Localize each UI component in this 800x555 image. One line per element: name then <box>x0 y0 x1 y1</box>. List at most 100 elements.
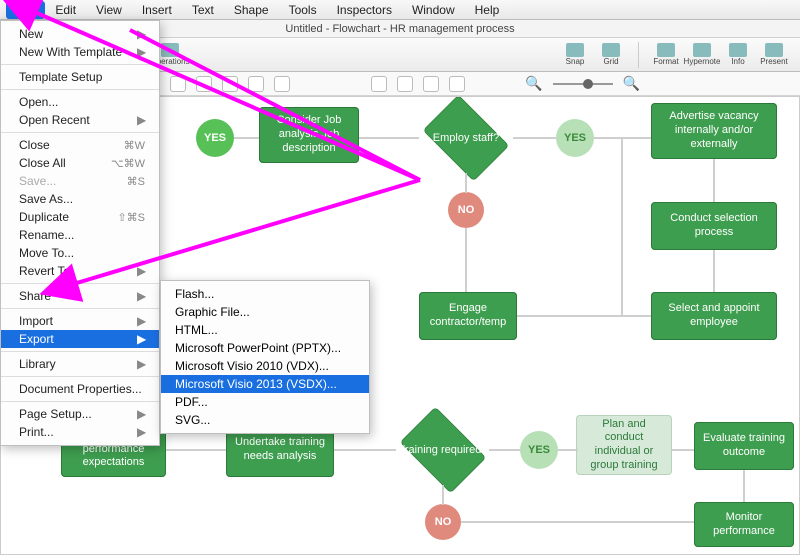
menu-edit[interactable]: Edit <box>45 1 86 19</box>
menu-item-page-setup[interactable]: Page Setup...▶ <box>1 405 159 423</box>
menu-item-share[interactable]: Share▶ <box>1 287 159 305</box>
tool-icon[interactable] <box>170 76 186 92</box>
zoom-slider[interactable] <box>553 83 613 85</box>
menu-text[interactable]: Text <box>182 1 224 19</box>
zoom-out-icon[interactable]: 🔍 <box>525 75 542 92</box>
connector <box>513 137 558 139</box>
menu-item-print[interactable]: Print...▶ <box>1 423 159 441</box>
crop-icon[interactable] <box>423 76 439 92</box>
submenu-item-flash[interactable]: Flash... <box>161 285 369 303</box>
menubar: FileEditViewInsertTextShapeToolsInspecto… <box>0 0 800 20</box>
connector <box>166 449 226 451</box>
menu-item-close-all[interactable]: Close All⌥⌘W <box>1 154 159 172</box>
process-node-plan[interactable]: Plan and conduct individual or group tra… <box>576 415 672 475</box>
grid-button[interactable]: Grid <box>594 42 628 68</box>
process-node-advertise[interactable]: Advertise vacancy internally and/or exte… <box>651 103 777 159</box>
process-node-monitor[interactable]: Monitor performance <box>694 502 794 547</box>
submenu-item-svg[interactable]: SVG... <box>161 411 369 429</box>
no-node[interactable]: NO <box>448 192 484 228</box>
no-node[interactable]: NO <box>425 504 461 540</box>
menu-item-new-with-template[interactable]: New With Template▶ <box>1 43 159 61</box>
menu-shape[interactable]: Shape <box>224 1 279 19</box>
menu-item-export[interactable]: Export▶ <box>1 330 159 348</box>
menu-insert[interactable]: Insert <box>132 1 182 19</box>
process-node-selection[interactable]: Conduct selection process <box>651 202 777 250</box>
submenu-item-pdf[interactable]: PDF... <box>161 393 369 411</box>
menu-separator <box>1 401 159 402</box>
decision-text: Employ staff? <box>416 103 516 173</box>
connector <box>359 137 419 139</box>
connector <box>465 173 467 193</box>
right-toolgroup: FormatHypernoteInfoPresent <box>645 42 795 68</box>
connector <box>713 159 715 202</box>
connector <box>489 449 521 451</box>
connector <box>621 137 623 315</box>
menu-separator <box>1 89 159 90</box>
menu-item-save: Save...⌘S <box>1 172 159 190</box>
menu-file[interactable]: File <box>6 1 45 19</box>
menu-view[interactable]: View <box>86 1 132 19</box>
submenu-item-microsoft-powerpoint-pptx[interactable]: Microsoft PowerPoint (PPTX)... <box>161 339 369 357</box>
decision-node-employ[interactable]: Employ staff? <box>416 103 516 173</box>
menu-item-new[interactable]: New▶ <box>1 25 159 43</box>
menu-item-import[interactable]: Import▶ <box>1 312 159 330</box>
menu-separator <box>1 351 159 352</box>
connector <box>334 449 396 451</box>
connector <box>517 315 651 317</box>
hand-icon[interactable] <box>397 76 413 92</box>
yes-node[interactable]: YES <box>520 431 558 469</box>
connector <box>442 485 444 505</box>
decision-node-training[interactable]: Training required? <box>393 415 493 485</box>
yes-node[interactable]: YES <box>196 119 234 157</box>
snap-button[interactable]: Snap <box>558 42 592 68</box>
menu-item-revert-to[interactable]: Revert To▶ <box>1 262 159 280</box>
submenu-item-html[interactable]: HTML... <box>161 321 369 339</box>
menu-separator <box>1 283 159 284</box>
picker-icon[interactable] <box>449 76 465 92</box>
menu-item-duplicate[interactable]: Duplicate⇧⌘S <box>1 208 159 226</box>
menu-help[interactable]: Help <box>465 1 510 19</box>
submenu-item-graphic-file[interactable]: Graphic File... <box>161 303 369 321</box>
tool-icon[interactable] <box>222 76 238 92</box>
menu-inspectors[interactable]: Inspectors <box>327 1 402 19</box>
menu-item-move-to[interactable]: Move To... <box>1 244 159 262</box>
tool-icon[interactable] <box>196 76 212 92</box>
export-submenu: Flash...Graphic File...HTML...Microsoft … <box>160 280 370 434</box>
menu-item-open[interactable]: Open... <box>1 93 159 111</box>
submenu-item-microsoft-visio-2013-vsdx[interactable]: Microsoft Visio 2013 (VSDX)... <box>161 375 369 393</box>
menu-item-document-properties[interactable]: Document Properties... <box>1 380 159 398</box>
process-node-evaluate[interactable]: Evaluate training outcome <box>694 422 794 470</box>
decision-text: Training required? <box>393 415 493 485</box>
tool-icon[interactable] <box>274 76 290 92</box>
menu-item-save-as[interactable]: Save As... <box>1 190 159 208</box>
present-button[interactable]: Present <box>757 42 791 68</box>
info-button[interactable]: Info <box>721 42 755 68</box>
menu-separator <box>1 376 159 377</box>
connector <box>465 228 467 292</box>
menu-separator <box>1 308 159 309</box>
menu-item-rename[interactable]: Rename... <box>1 226 159 244</box>
connector <box>743 470 745 502</box>
process-node-consider[interactable]: Consider Job analysis Job description <box>259 107 359 163</box>
menu-window[interactable]: Window <box>402 1 465 19</box>
tool-icon[interactable] <box>248 76 264 92</box>
menu-item-library[interactable]: Library▶ <box>1 355 159 373</box>
yes-node[interactable]: YES <box>556 119 594 157</box>
connector <box>672 449 694 451</box>
toolbar-divider <box>638 42 639 68</box>
connector <box>461 521 694 523</box>
menu-tools[interactable]: Tools <box>279 1 327 19</box>
menu-separator <box>1 132 159 133</box>
format-button[interactable]: Format <box>649 42 683 68</box>
zoom-in-icon[interactable]: 🔍 <box>623 75 640 92</box>
submenu-item-microsoft-visio-2010-vdx[interactable]: Microsoft Visio 2010 (VDX)... <box>161 357 369 375</box>
menu-separator <box>1 64 159 65</box>
process-node-engage[interactable]: Engage contractor/temp <box>419 292 517 340</box>
process-node-appoint[interactable]: Select and appoint employee <box>651 292 777 340</box>
menu-item-close[interactable]: Close⌘W <box>1 136 159 154</box>
menu-item-template-setup[interactable]: Template Setup <box>1 68 159 86</box>
file-menu-dropdown: New▶New With Template▶ Template Setup Open… <box>0 20 160 446</box>
menu-item-open-recent[interactable]: Open Recent▶ <box>1 111 159 129</box>
eyedropper-icon[interactable] <box>371 76 387 92</box>
hypernote-button[interactable]: Hypernote <box>685 42 719 68</box>
